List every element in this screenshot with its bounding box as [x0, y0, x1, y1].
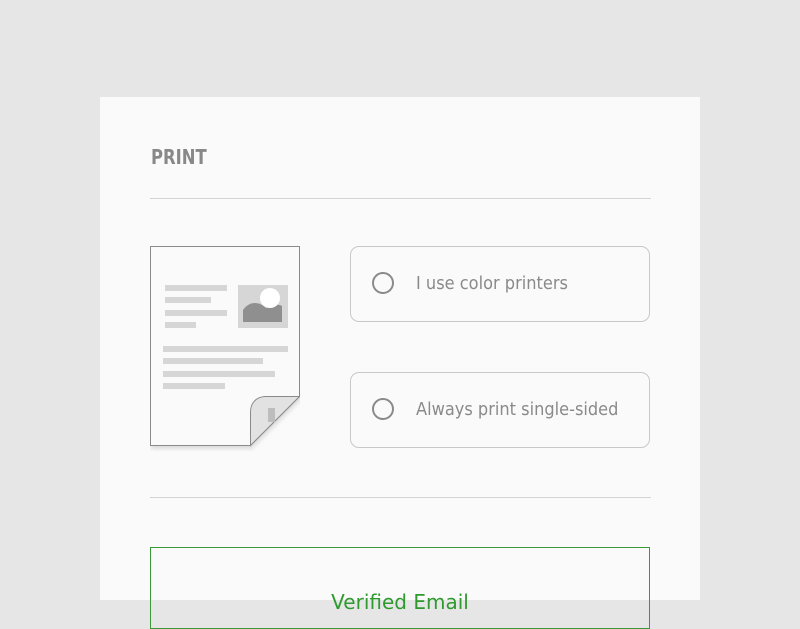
- verified-email-box[interactable]: Verified Email: [150, 547, 650, 629]
- radio-unchecked-icon[interactable]: [372, 272, 394, 294]
- radio-unchecked-icon[interactable]: [372, 398, 394, 420]
- option-label: Always print single-sided: [416, 399, 619, 420]
- top-divider: [150, 198, 651, 199]
- section-title: PRINT: [151, 145, 207, 169]
- option-label: I use color printers: [416, 273, 568, 294]
- option-single-sided[interactable]: Always print single-sided: [350, 372, 650, 448]
- print-settings-card: PRINT I use color printers Always print …: [100, 97, 700, 629]
- option-color-printers[interactable]: I use color printers: [350, 246, 650, 322]
- document-with-image-icon: [150, 246, 301, 447]
- bottom-divider: [150, 497, 651, 498]
- verified-email-label: Verified Email: [331, 590, 469, 614]
